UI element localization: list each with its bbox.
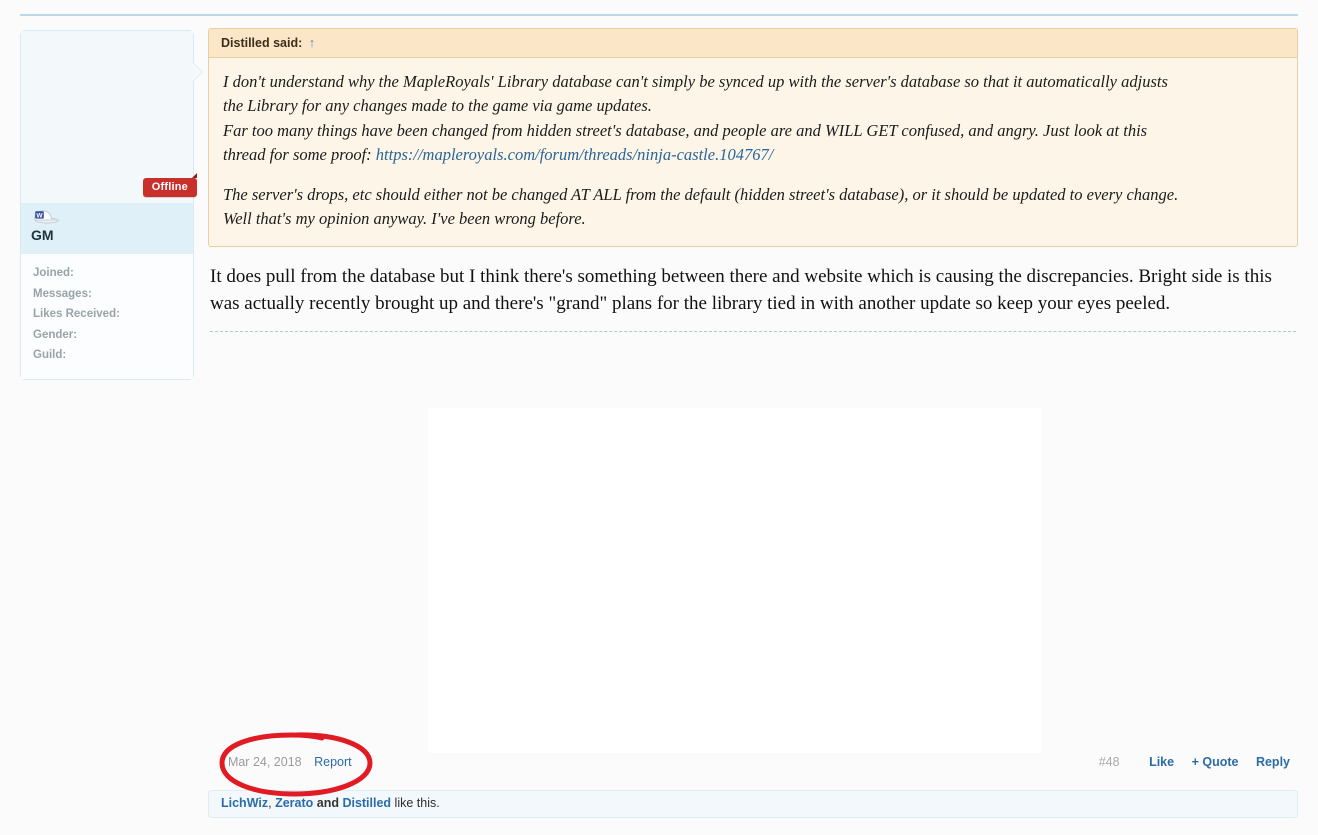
quote-line: Well that's my opinion anyway. I've been…	[223, 209, 586, 229]
post-footer: , Mar 24, 2018 Report #48 Like + Quote R…	[208, 752, 1298, 780]
quote-paragraph: I don't understand why the MapleRoyals' …	[223, 70, 1283, 167]
user-identity-block: W GM	[21, 204, 193, 254]
quote-line: thread for some proof:	[223, 144, 376, 164]
quote-author-label: Distilled said:	[221, 36, 303, 50]
likes-suffix: like this.	[391, 796, 440, 810]
quote-block: Distilled said: ↑ I don't understand why…	[208, 28, 1298, 247]
liker-link[interactable]: Zerato	[275, 796, 313, 810]
section-divider-top	[20, 14, 1298, 16]
liker-link[interactable]: Distilled	[342, 796, 391, 810]
likes-bar: LichWiz, Zerato and Distilled like this.	[208, 790, 1298, 818]
stat-row: Messages:	[33, 285, 181, 306]
quote-line: Far too many things have been changed fr…	[223, 120, 1148, 140]
quote-button[interactable]: + Quote	[1192, 755, 1239, 769]
quote-header: Distilled said: ↑	[209, 29, 1297, 58]
quote-paragraph: The server's drops, etc should either no…	[223, 183, 1283, 232]
quote-line: The server's drops, etc should either no…	[223, 185, 1179, 204]
embedded-image[interactable]	[428, 408, 1042, 753]
user-stats-list: Joined: Messages: Likes Received: Gender…	[21, 253, 193, 379]
quote-line: the Library for any changes made to the …	[223, 96, 652, 116]
post-number: #48	[1098, 755, 1120, 769]
reply-button[interactable]: Reply	[1256, 755, 1290, 769]
post-timestamp: , Mar 24, 2018	[221, 755, 302, 769]
quote-body: I don't understand why the MapleRoyals' …	[209, 58, 1297, 246]
stat-label: Guild:	[33, 349, 67, 362]
user-title: GM	[31, 227, 54, 243]
jump-to-post-arrow-icon[interactable]: ↑	[306, 35, 316, 50]
stat-label: Gender:	[33, 328, 78, 341]
svg-text:W: W	[36, 212, 43, 219]
likes-separator: and	[313, 796, 343, 810]
liker-link[interactable]: LichWiz	[221, 796, 268, 810]
gm-cap-icon: W	[31, 209, 59, 225]
avatar[interactable]: Offline	[21, 31, 202, 204]
post-content-divider	[210, 330, 1296, 332]
stat-row: Guild:	[33, 346, 181, 367]
stat-row: Gender:	[33, 326, 181, 347]
post-body-text: It does pull from the database but I thi…	[210, 265, 1272, 314]
status-badge: Offline	[142, 173, 198, 197]
stat-label: Likes Received:	[33, 308, 120, 321]
stat-label: Messages:	[33, 287, 92, 300]
post-user-panel: Offline W GM Joined: Messages: Likes Rec…	[20, 30, 202, 380]
stat-row: Likes Received:	[33, 305, 181, 326]
post-footer-left: , Mar 24, 2018 Report	[221, 755, 352, 769]
like-button[interactable]: Like	[1149, 755, 1174, 769]
post-message-column: Distilled said: ↑ I don't understand why…	[208, 28, 1298, 332]
quote-line: I don't understand why the MapleRoyals' …	[223, 72, 1168, 91]
quote-external-link[interactable]: https://mapleroyals.com/forum/threads/ni…	[376, 145, 774, 164]
report-link[interactable]: Report	[314, 755, 352, 769]
stat-label: Joined:	[33, 267, 74, 280]
post-footer-actions: #48 Like + Quote Reply	[1099, 755, 1290, 769]
panel-pointer-tail	[193, 63, 202, 81]
stat-row: Joined:	[33, 264, 181, 285]
